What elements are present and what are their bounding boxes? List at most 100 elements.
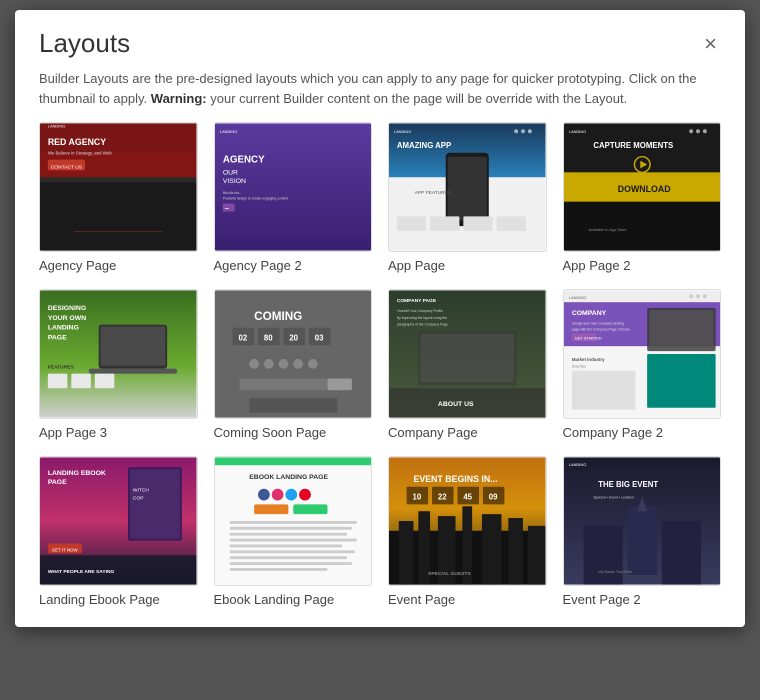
- svg-text:My Music Tour Else: My Music Tour Else: [598, 569, 632, 574]
- layouts-grid: RED AGENCY We Believe in Strategy, and W…: [39, 122, 721, 607]
- modal-title: Layouts: [39, 28, 130, 59]
- svg-text:22: 22: [438, 492, 447, 501]
- layout-item-coming-soon-page[interactable]: COMING 02 80 20 03: [214, 289, 373, 440]
- modal-header: Layouts ×: [15, 10, 745, 69]
- layout-label-app-page: App Page: [388, 258, 547, 273]
- layout-label-company-page-2: Company Page 2: [563, 425, 722, 440]
- layout-thumb-coming-soon-page[interactable]: COMING 02 80 20 03: [214, 289, 373, 419]
- layout-item-agency-page[interactable]: RED AGENCY We Believe in Strategy, and W…: [39, 122, 198, 273]
- svg-text:COP: COP: [133, 495, 144, 501]
- svg-text:We Believe in Strategy, and We: We Believe in Strategy, and Web: [48, 151, 113, 156]
- svg-text:CAPTURE MOMENTS: CAPTURE MOMENTS: [593, 141, 673, 150]
- layout-label-app-page-3: App Page 3: [39, 425, 198, 440]
- layout-thumb-app-page-3[interactable]: DESIGNING YOUR OWN LANDING PAGE FEATURES: [39, 289, 198, 419]
- layout-thumb-event-page-2[interactable]: LANDING THE BIG EVENT My Music Tour E: [563, 456, 722, 586]
- layout-item-app-page[interactable]: LANDING AMAZING APP APP FEATURES: [388, 122, 547, 273]
- svg-text:GET IT NOW: GET IT NOW: [52, 547, 79, 552]
- svg-text:YOUR OWN: YOUR OWN: [48, 315, 86, 322]
- layout-label-event-page: Event Page: [388, 592, 547, 607]
- svg-text:GET STARTED: GET STARTED: [574, 335, 601, 340]
- modal-dialog: Layouts × Builder Layouts are the pre-de…: [15, 10, 745, 627]
- svg-text:AGENCY: AGENCY: [222, 155, 264, 166]
- overlay: Layouts × Builder Layouts are the pre-de…: [0, 0, 760, 700]
- svg-text:THE BIG EVENT: THE BIG EVENT: [598, 480, 658, 489]
- svg-text:LANDING: LANDING: [394, 129, 411, 134]
- layout-label-app-page-2: App Page 2: [563, 258, 722, 273]
- svg-text:page with the Company Page 2 t: page with the Company Page 2 theme: [571, 328, 629, 332]
- svg-text:Powerful design to create enga: Powerful design to create engaging conte…: [222, 197, 288, 201]
- svg-text:COMING: COMING: [254, 310, 302, 323]
- layout-item-company-page-2[interactable]: LANDING COMPANY Design your own company …: [563, 289, 722, 440]
- layout-item-app-page-2[interactable]: DOWNLOAD LANDING CAPTURE MOMENTS Avail: [563, 122, 722, 273]
- layout-item-event-page-2[interactable]: LANDING THE BIG EVENT My Music Tour E: [563, 456, 722, 607]
- modal-description: Builder Layouts are the pre-designed lay…: [15, 69, 745, 122]
- svg-text:Design your own company landin: Design your own company landing: [571, 322, 623, 326]
- svg-text:LANDING: LANDING: [568, 462, 585, 467]
- layout-thumb-agency-page[interactable]: RED AGENCY We Believe in Strategy, and W…: [39, 122, 198, 252]
- svg-text:•••: •••: [224, 205, 229, 210]
- svg-text:Market Industry: Market Industry: [571, 357, 604, 362]
- svg-text:WITCH: WITCH: [133, 488, 149, 494]
- layout-item-ebook-landing-page[interactable]: EBOOK LANDING PAGE: [214, 456, 373, 607]
- layout-item-app-page-3[interactable]: DESIGNING YOUR OWN LANDING PAGE FEATURES: [39, 289, 198, 440]
- svg-text:LANDING: LANDING: [568, 129, 585, 134]
- svg-text:03: 03: [314, 333, 323, 342]
- layout-thumb-company-page[interactable]: COMPANY PAGE Yourself Your Company Profi…: [388, 289, 547, 419]
- svg-text:Yourself Your Company Profile: Yourself Your Company Profile: [397, 309, 443, 313]
- svg-text:DOWNLOAD: DOWNLOAD: [617, 184, 670, 194]
- layout-label-ebook-landing-page: Ebook Landing Page: [214, 592, 373, 607]
- svg-text:WHAT PEOPLE ARE SAYING: WHAT PEOPLE ARE SAYING: [48, 569, 115, 575]
- svg-text:Expertise: Expertise: [571, 365, 585, 369]
- svg-text:Available in App Store: Available in App Store: [588, 227, 626, 232]
- layout-label-coming-soon-page: Coming Soon Page: [214, 425, 373, 440]
- layout-label-agency-page-2: Agency Page 2: [214, 258, 373, 273]
- layout-thumb-landing-ebook-page[interactable]: LANDING EBOOK PAGE WITCH COP WHAT PEOPLE…: [39, 456, 198, 586]
- svg-text:By Improving the layout using: By Improving the layout using the: [397, 316, 447, 320]
- layout-label-landing-ebook-page: Landing Ebook Page: [39, 592, 198, 607]
- svg-text:FEATURES: FEATURES: [48, 365, 75, 371]
- svg-text:PAGE: PAGE: [48, 479, 67, 486]
- layout-thumb-event-page[interactable]: EVENT BEGINS IN... 10 22 45 09: [388, 456, 547, 586]
- svg-text:COMPANY: COMPANY: [571, 310, 606, 317]
- close-button[interactable]: ×: [700, 29, 721, 59]
- svg-text:LANDING: LANDING: [568, 295, 585, 300]
- layout-item-landing-ebook-page[interactable]: LANDING EBOOK PAGE WITCH COP WHAT PEOPLE…: [39, 456, 198, 607]
- svg-text:PAGE: PAGE: [48, 334, 67, 341]
- svg-text:VISION: VISION: [222, 178, 245, 185]
- svg-text:ABOUT US: ABOUT US: [438, 401, 474, 408]
- svg-text:09: 09: [489, 492, 498, 501]
- svg-text:OUR: OUR: [222, 169, 237, 176]
- layout-label-company-page: Company Page: [388, 425, 547, 440]
- svg-text:10: 10: [412, 492, 421, 501]
- svg-text:RED AGENCY: RED AGENCY: [48, 137, 106, 147]
- svg-text:AMAZING APP: AMAZING APP: [397, 141, 451, 150]
- svg-text:LANDING: LANDING: [48, 325, 79, 332]
- svg-text:SPECIAL GUESTS: SPECIAL GUESTS: [428, 571, 471, 577]
- layout-thumb-company-page-2[interactable]: LANDING COMPANY Design your own company …: [563, 289, 722, 419]
- svg-text:LANDING EBOOK: LANDING EBOOK: [48, 470, 106, 477]
- layout-label-event-page-2: Event Page 2: [563, 592, 722, 607]
- layout-item-company-page[interactable]: COMPANY PAGE Yourself Your Company Profi…: [388, 289, 547, 440]
- svg-text:EVENT BEGINS IN...: EVENT BEGINS IN...: [413, 474, 497, 484]
- svg-text:paragraphs of the Company Page: paragraphs of the Company Page: [397, 323, 448, 327]
- svg-text:EBOOK LANDING PAGE: EBOOK LANDING PAGE: [249, 474, 328, 481]
- layout-item-event-page[interactable]: EVENT BEGINS IN... 10 22 45 09: [388, 456, 547, 607]
- svg-text:02: 02: [238, 333, 247, 342]
- svg-text:APP FEATURES: APP FEATURES: [415, 190, 452, 196]
- svg-text:LANDING: LANDING: [219, 129, 236, 134]
- svg-text:45: 45: [463, 492, 472, 501]
- svg-text:Sponsor • Event • Location: Sponsor • Event • Location: [593, 496, 634, 500]
- layout-thumb-app-page-2[interactable]: DOWNLOAD LANDING CAPTURE MOMENTS Avail: [563, 122, 722, 252]
- layout-item-agency-page-2[interactable]: LANDING AGENCY OUR VISION Bla bla bla...…: [214, 122, 373, 273]
- layout-thumb-app-page[interactable]: LANDING AMAZING APP APP FEATURES: [388, 122, 547, 252]
- svg-text:DESIGNING: DESIGNING: [48, 305, 86, 312]
- svg-text:LANDING: LANDING: [48, 123, 65, 128]
- svg-text:80: 80: [263, 333, 272, 342]
- svg-text:20: 20: [289, 333, 298, 342]
- svg-text:CONTACT US: CONTACT US: [51, 164, 83, 170]
- warning-label: Warning:: [151, 91, 207, 106]
- layout-thumb-ebook-landing-page[interactable]: EBOOK LANDING PAGE: [214, 456, 373, 586]
- layout-label-agency-page: Agency Page: [39, 258, 198, 273]
- modal-body: RED AGENCY We Believe in Strategy, and W…: [15, 122, 745, 627]
- layout-thumb-agency-page-2[interactable]: LANDING AGENCY OUR VISION Bla bla bla...…: [214, 122, 373, 252]
